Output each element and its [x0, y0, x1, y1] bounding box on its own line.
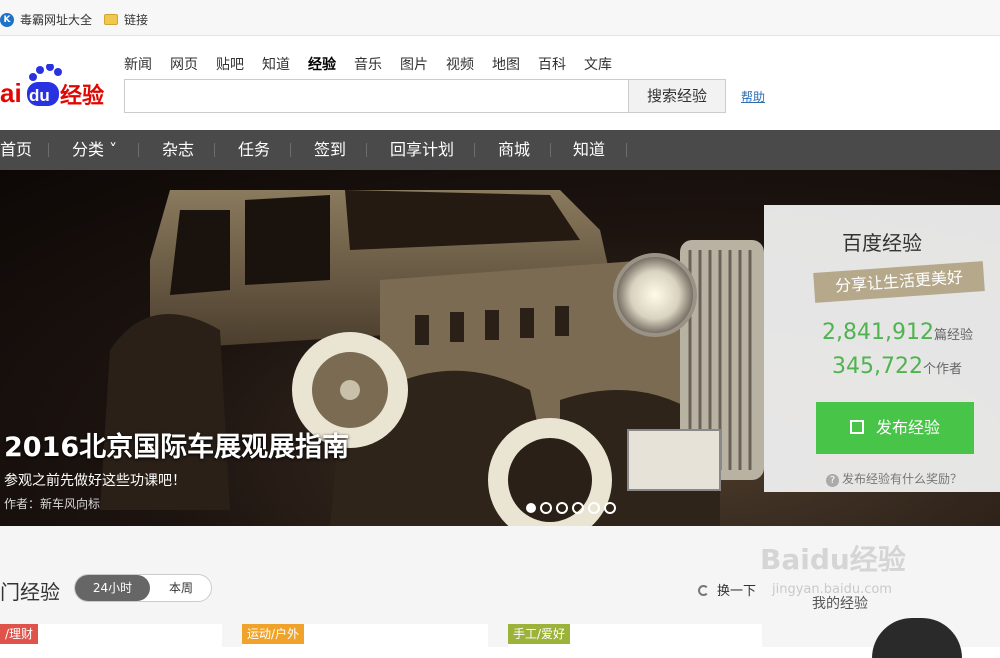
- bookmarks-bar: K 毒霸网址大全 链接: [0, 0, 1000, 36]
- carousel-dot[interactable]: [572, 502, 584, 514]
- folder-icon: [104, 14, 118, 25]
- category-tag[interactable]: 运动/户外: [242, 624, 305, 644]
- experience-count: 2,841,912篇经验: [822, 320, 973, 345]
- bookmark-item[interactable]: K 毒霸网址大全: [0, 11, 92, 28]
- carousel-dot[interactable]: [588, 502, 600, 514]
- top-nav-item[interactable]: 图片: [400, 54, 428, 74]
- toggle-24h[interactable]: 24小时: [75, 575, 150, 601]
- carousel-dot[interactable]: [540, 502, 552, 514]
- globe-icon: K: [0, 12, 14, 27]
- svg-text:ai: ai: [0, 78, 22, 108]
- banner-title[interactable]: 2016北京国际车展观展指南: [4, 425, 349, 464]
- toggle-week[interactable]: 本周: [150, 575, 212, 601]
- nav-divider: [366, 143, 367, 157]
- slogan-ribbon: 分享让生活更美好: [813, 261, 985, 303]
- nav-divider: [138, 143, 139, 157]
- top-nav-item[interactable]: 新闻: [124, 54, 152, 74]
- stats-panel: 百度经验 分享让生活更美好 2,841,912篇经验 345,722个作者 发布…: [764, 205, 1000, 492]
- help-link[interactable]: 帮助: [741, 88, 765, 105]
- edit-icon: [849, 420, 864, 434]
- nav-divider: [474, 143, 475, 157]
- top-nav-item[interactable]: 视频: [446, 54, 474, 74]
- my-experience-label[interactable]: 我的经验: [812, 593, 868, 613]
- publish-reward-label: 发布经验有什么奖励？: [842, 472, 963, 486]
- refresh-label: 换一下: [717, 584, 757, 599]
- top-nav-item[interactable]: 音乐: [354, 54, 382, 74]
- nav-divider: [290, 143, 291, 157]
- question-icon: ?: [826, 474, 839, 487]
- main-nav-item[interactable]: 首页: [0, 130, 32, 170]
- author-count-value: 345,722: [832, 354, 923, 379]
- top-nav-item-active[interactable]: 经验: [308, 54, 336, 74]
- refresh-button[interactable]: 换一下: [698, 580, 756, 599]
- top-nav: 新闻 网页 贴吧 知道 经验 音乐 图片 视频 地图 百科 文库: [124, 54, 612, 74]
- main-nav-item[interactable]: 商城: [498, 130, 530, 170]
- search-button[interactable]: 搜索经验: [628, 79, 726, 113]
- bookmark-label: 毒霸网址大全: [20, 13, 93, 27]
- bookmark-label: 链接: [124, 13, 149, 27]
- author-count: 345,722个作者: [832, 354, 962, 379]
- top-nav-item[interactable]: 贴吧: [216, 54, 244, 74]
- main-nav-item[interactable]: 知道: [573, 130, 605, 170]
- top-nav-item[interactable]: 文库: [584, 54, 612, 74]
- main-nav-item-category[interactable]: 分类 ˅: [72, 130, 117, 170]
- main-nav-item[interactable]: 回享计划: [390, 130, 454, 170]
- main-nav: 首页 分类 ˅ 杂志 任务 签到 回享计划 商城 知道: [0, 130, 1000, 170]
- hot-experience-section: 门经验 24小时 本周 换一下 Baidu经验 jingyan.baidu.co…: [0, 526, 1000, 658]
- carousel-dot[interactable]: [604, 502, 616, 514]
- carousel-dot-active[interactable]: [526, 503, 536, 513]
- main-nav-item[interactable]: 杂志: [162, 130, 194, 170]
- refresh-icon: [698, 585, 709, 596]
- bookmark-item[interactable]: 链接: [104, 11, 148, 28]
- top-nav-item[interactable]: 百科: [538, 54, 566, 74]
- baidu-watermark: Baidu经验: [760, 543, 906, 576]
- main-nav-item[interactable]: 任务: [238, 130, 270, 170]
- top-nav-item[interactable]: 网页: [170, 54, 198, 74]
- baidu-logo[interactable]: ai du 经验: [0, 63, 112, 114]
- category-tag[interactable]: /理财: [0, 624, 39, 644]
- svg-text:du: du: [29, 86, 50, 105]
- carousel-dot[interactable]: [556, 502, 568, 514]
- top-nav-item[interactable]: 地图: [492, 54, 520, 74]
- user-avatar[interactable]: [872, 618, 962, 658]
- experience-count-unit: 篇经验: [933, 328, 973, 343]
- author-count-unit: 个作者: [922, 362, 962, 377]
- baidu-paw-logo-icon: ai du 经验: [0, 63, 104, 109]
- experience-count-value: 2,841,912: [822, 320, 934, 345]
- main-nav-item[interactable]: 签到: [314, 130, 346, 170]
- banner-author: 作者：新车风向标: [4, 497, 101, 511]
- svg-text:经验: 经验: [60, 83, 104, 109]
- panel-title: 百度经验: [842, 231, 922, 255]
- search-input[interactable]: [124, 79, 629, 113]
- publish-button-label: 发布经验: [875, 418, 940, 437]
- top-nav-item[interactable]: 知道: [262, 54, 290, 74]
- category-tag[interactable]: 手工/爱好: [508, 624, 571, 644]
- publish-button[interactable]: 发布经验: [816, 402, 974, 454]
- section-title: 门经验: [0, 580, 60, 604]
- nav-divider: [550, 143, 551, 157]
- nav-divider: [48, 143, 49, 157]
- nav-divider: [214, 143, 215, 157]
- banner-subtitle: 参观之前先做好这些功课吧！: [4, 473, 186, 489]
- nav-divider: [626, 143, 627, 157]
- site-header: ai du 经验 新闻 网页 贴吧 知道 经验 音乐 图片 视频 地图 百科 文…: [0, 36, 1000, 130]
- period-toggle: 24小时 本周: [74, 574, 212, 602]
- publish-reward-link[interactable]: ? 发布经验有什么奖励？: [826, 470, 962, 487]
- carousel-dots: [526, 502, 616, 514]
